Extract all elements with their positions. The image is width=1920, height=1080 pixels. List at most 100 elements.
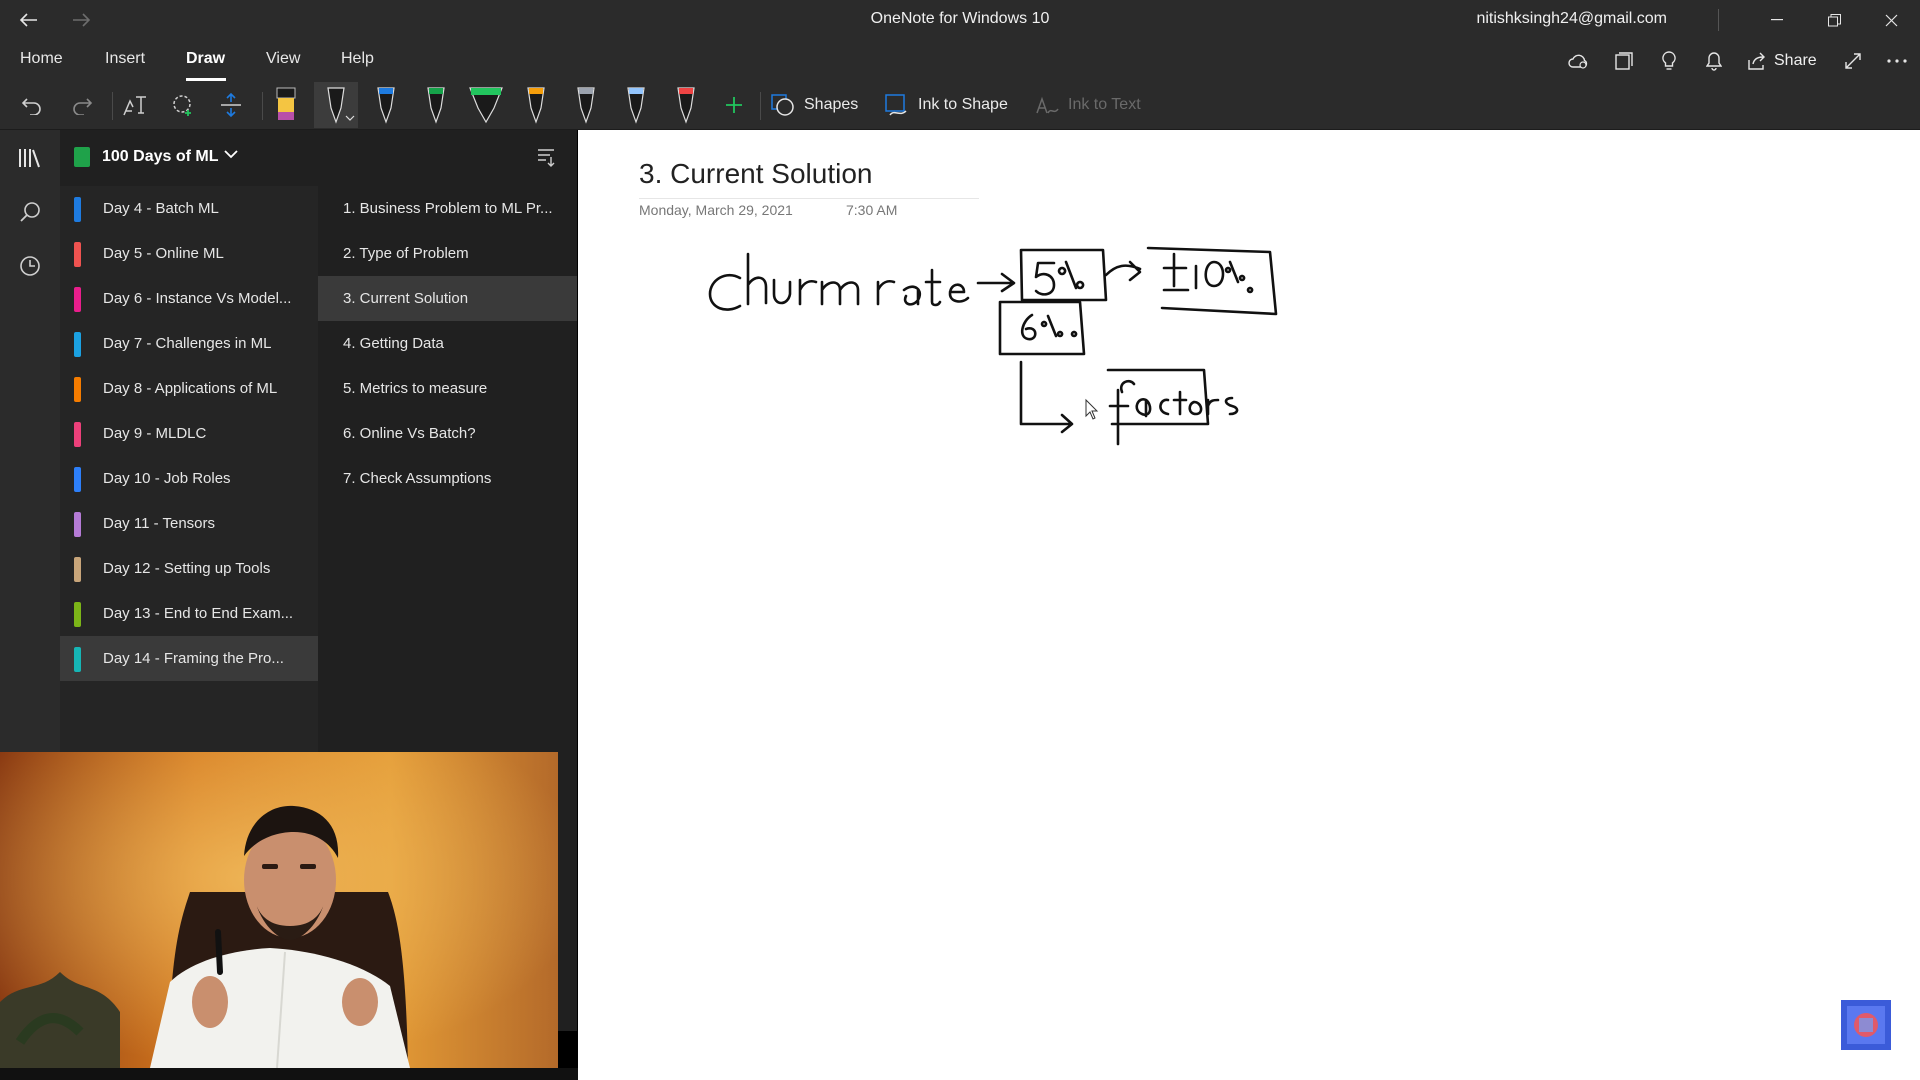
type-select-icon[interactable] (118, 82, 152, 128)
section-label: Day 5 - Online ML (103, 245, 224, 262)
section-color-tab (74, 602, 81, 627)
close-icon[interactable] (1868, 0, 1914, 40)
page-label: 1. Business Problem to ML Pr... (343, 200, 553, 217)
redo-icon[interactable] (66, 82, 98, 128)
page-item[interactable]: 1. Business Problem to ML Pr... (318, 186, 577, 231)
section-color-tab (74, 467, 81, 492)
section-item[interactable]: Day 10 - Job Roles (60, 456, 318, 501)
recent-notes-icon[interactable] (0, 242, 60, 290)
page-label: 6. Online Vs Batch? (343, 425, 476, 442)
menu-home[interactable]: Home (20, 50, 63, 68)
page-label: 7. Check Assumptions (343, 470, 492, 487)
handwritten-ink[interactable] (578, 130, 1920, 1080)
section-color-tab (74, 557, 81, 582)
ink-to-text-button[interactable]: Ink to Text (1034, 82, 1154, 128)
menu-insert[interactable]: Insert (105, 50, 145, 68)
section-item-selected[interactable]: Day 14 - Framing the Pro... (60, 636, 318, 681)
pen-gray[interactable] (566, 82, 606, 128)
fullscreen-icon[interactable] (1840, 48, 1866, 74)
pen-black-selected[interactable] (314, 82, 358, 128)
highlighter-tool[interactable] (266, 82, 306, 128)
more-options-icon[interactable] (1884, 48, 1910, 74)
mouse-cursor-icon (1085, 398, 1099, 420)
section-item[interactable]: Day 4 - Batch ML (60, 186, 318, 231)
draw-toolbar: Shapes Ink to Shape Ink to Text (0, 82, 1920, 130)
lasso-select-icon[interactable] (166, 82, 200, 128)
minimize-icon[interactable] (1754, 0, 1800, 40)
webcam-video (0, 752, 558, 1068)
notebook-icon (74, 147, 90, 167)
sync-icon[interactable] (1566, 48, 1592, 74)
section-item[interactable]: Day 13 - End to End Exam... (60, 591, 318, 636)
page-label: 5. Metrics to measure (343, 380, 488, 397)
section-item[interactable]: Day 11 - Tensors (60, 501, 318, 546)
share-icon (1748, 52, 1765, 70)
menu-bar: Home Insert Draw View Help Share (0, 40, 1920, 82)
page-item[interactable]: 6. Online Vs Batch? (318, 411, 577, 456)
pen-orange[interactable] (516, 82, 556, 128)
pen-red[interactable] (666, 82, 706, 128)
page-label: 2. Type of Problem (343, 245, 469, 262)
webcam-frame-bottom (0, 1068, 578, 1080)
menu-view[interactable]: View (266, 50, 300, 68)
section-color-tab (74, 287, 81, 312)
ink-plus-10pct (1162, 252, 1254, 294)
title-separator (1718, 9, 1719, 31)
section-item[interactable]: Day 6 - Instance Vs Model... (60, 276, 318, 321)
ink-to-text-label: Ink to Text (1068, 96, 1141, 113)
ink-to-text-icon (1036, 96, 1059, 114)
pen-light-blue[interactable] (616, 82, 656, 128)
notebook-header[interactable]: 100 Days of ML (60, 130, 577, 186)
corner-logo-icon (1841, 1000, 1891, 1050)
section-label: Day 10 - Job Roles (103, 470, 231, 487)
page-item[interactable]: 7. Check Assumptions (318, 456, 577, 501)
ink-elbow-arrow (1019, 360, 1074, 434)
page-item[interactable]: 5. Metrics to measure (318, 366, 577, 411)
shapes-button[interactable]: Shapes (770, 82, 866, 128)
menu-help[interactable]: Help (341, 50, 374, 68)
lightbulb-icon[interactable] (1656, 48, 1682, 74)
section-item[interactable]: Day 8 - Applications of ML (60, 366, 318, 411)
ink-to-shape-button[interactable]: Ink to Shape (884, 82, 1014, 128)
notebooks-icon[interactable] (0, 134, 60, 182)
note-canvas[interactable]: 3. Current Solution Monday, March 29, 20… (578, 130, 1920, 1080)
ink-arrow-2 (1104, 260, 1142, 282)
pen-bright-green[interactable] (466, 82, 506, 128)
section-label: Day 8 - Applications of ML (103, 380, 278, 397)
page-label: 4. Getting Data (343, 335, 444, 352)
ink-6pct (1020, 313, 1078, 341)
menu-draw[interactable]: Draw (186, 50, 225, 68)
notebook-name[interactable]: 100 Days of ML (102, 148, 218, 166)
ink-box-10pct (1146, 246, 1278, 316)
undo-icon[interactable] (16, 82, 48, 128)
section-item[interactable]: Day 7 - Challenges in ML (60, 321, 318, 366)
search-icon[interactable] (0, 188, 60, 236)
pen-green[interactable] (416, 82, 456, 128)
ink-to-shape-icon (885, 94, 907, 116)
page-item[interactable]: 4. Getting Data (318, 321, 577, 366)
sort-icon[interactable] (536, 147, 556, 172)
add-pen-icon[interactable] (716, 82, 752, 128)
section-color-tab (74, 332, 81, 357)
ink-5pct (1034, 260, 1085, 296)
add-space-icon[interactable] (214, 82, 248, 128)
account-email[interactable]: nitishksingh24@gmail.com (1476, 10, 1667, 28)
share-label: Share (1774, 52, 1817, 69)
section-label: Day 11 - Tensors (103, 515, 215, 532)
title-bar: OneNote for Windows 10 nitishksingh24@gm… (0, 0, 1920, 40)
share-button[interactable]: Share (1748, 48, 1817, 74)
sections-list: Day 4 - Batch ML Day 5 - Online ML Day 6… (60, 186, 318, 752)
page-item-selected[interactable]: 3. Current Solution (318, 276, 577, 321)
page-item[interactable]: 2. Type of Problem (318, 231, 577, 276)
page-view-icon[interactable] (1611, 48, 1637, 74)
chevron-down-icon[interactable] (224, 146, 238, 162)
section-item[interactable]: Day 5 - Online ML (60, 231, 318, 276)
shapes-label: Shapes (804, 96, 859, 113)
pen-blue[interactable] (366, 82, 406, 128)
section-item[interactable]: Day 9 - MLDLC (60, 411, 318, 456)
section-item[interactable]: Day 12 - Setting up Tools (60, 546, 318, 591)
section-label: Day 6 - Instance Vs Model... (103, 290, 292, 307)
bell-icon[interactable] (1701, 48, 1727, 74)
toolbar-separator (262, 92, 263, 120)
restore-icon[interactable] (1811, 0, 1857, 40)
